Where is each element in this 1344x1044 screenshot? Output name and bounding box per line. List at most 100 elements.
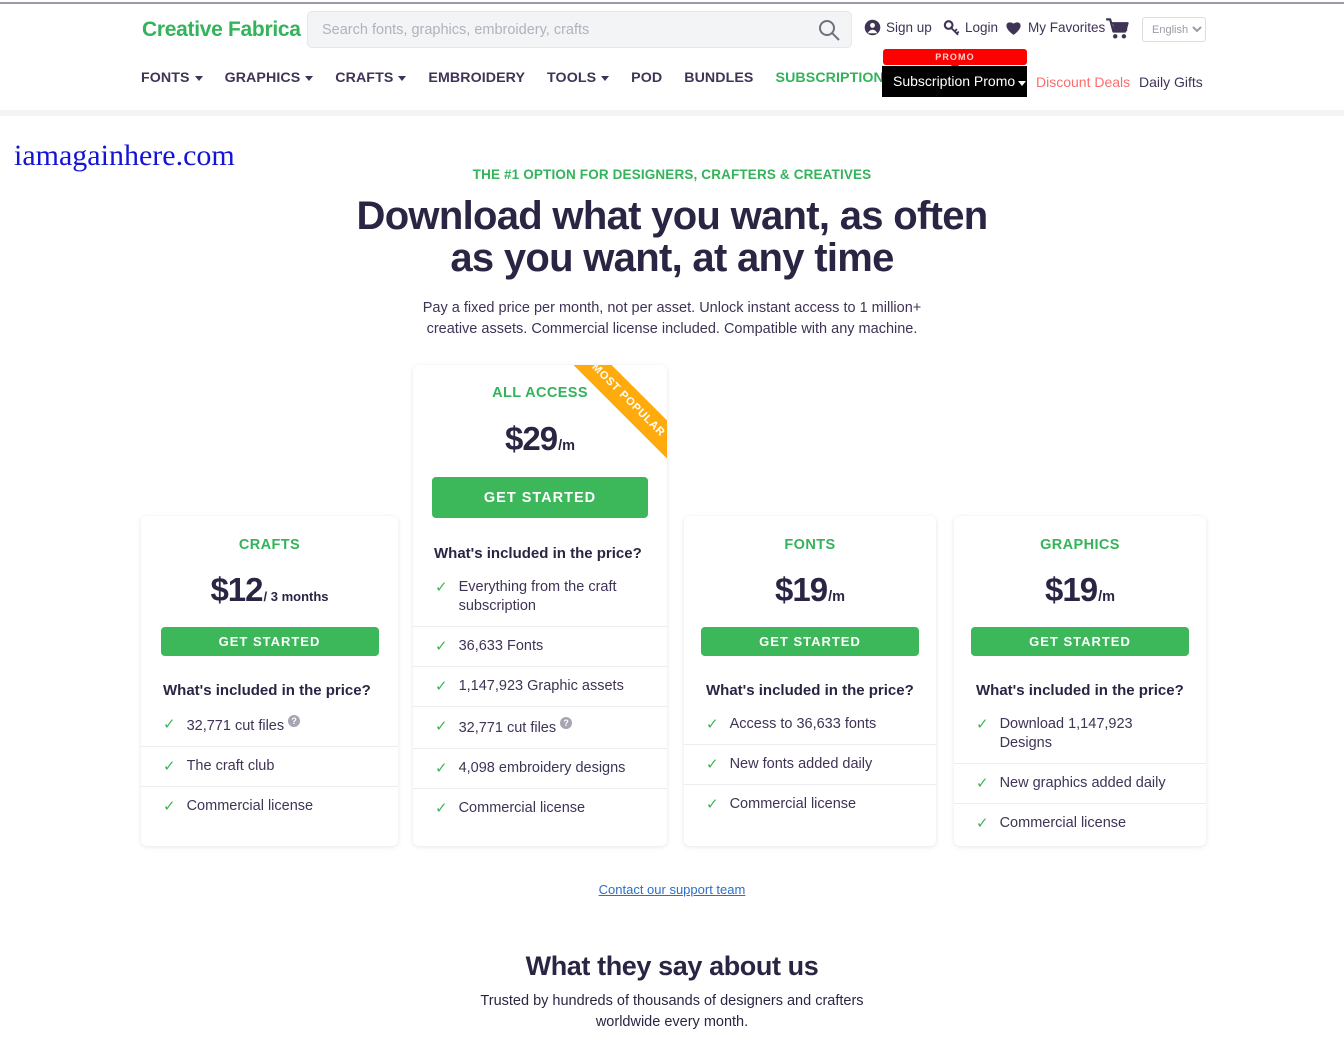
hero-title-line2: as you want, at any time: [450, 236, 894, 280]
my-favorites-label: My Favorites: [1028, 20, 1106, 35]
price-amount: $19: [775, 571, 828, 608]
card-title: GRAPHICS: [1040, 537, 1120, 553]
list-item: ✓ Everything from the craft subscription: [413, 568, 667, 627]
nav-label: POD: [631, 70, 663, 86]
price-row: $19/m: [954, 571, 1206, 609]
nav-label: FONTS: [141, 70, 190, 86]
hero-eyebrow: THE #1 OPTION FOR DESIGNERS, CRAFTERS & …: [472, 167, 872, 182]
language-select[interactable]: English: [1142, 17, 1206, 42]
nav-item-crafts[interactable]: CRAFTS: [335, 70, 407, 86]
feature-text: The craft club: [186, 757, 275, 774]
nav-item-bundles[interactable]: BUNDLES: [684, 70, 753, 86]
search-bar[interactable]: [307, 11, 852, 48]
check-icon: ✓: [976, 815, 989, 832]
check-icon: ✓: [435, 718, 448, 735]
check-icon: ✓: [706, 796, 719, 813]
chevron-down-icon: [1018, 81, 1027, 86]
search-icon[interactable]: [817, 18, 841, 42]
check-icon: ✓: [163, 797, 176, 815]
feature-text: 32,771 cut files: [186, 717, 285, 734]
chevron-down-icon: [194, 75, 203, 81]
search-input[interactable]: [322, 12, 802, 47]
subscription-promo-button[interactable]: Subscription Promo: [882, 66, 1027, 97]
key-icon: [943, 20, 960, 36]
list-item: ✓ Commercial license: [954, 804, 1206, 843]
feature-text: New graphics added daily: [999, 775, 1166, 791]
get-started-button-fonts[interactable]: GET STARTED: [701, 627, 919, 656]
site-header: Creative Fabrica Sign up Login My Favori…: [0, 4, 1344, 110]
list-item: ✓ 4,098 embroidery designs: [413, 749, 667, 789]
nav-item-subscription[interactable]: SUBSCRIPTION: [776, 70, 884, 86]
list-item: ✓ New graphics added daily: [954, 764, 1206, 804]
contact-support-link[interactable]: Contact our support team: [599, 882, 746, 897]
daily-gifts-link[interactable]: Daily Gifts: [1139, 74, 1203, 90]
feature-list: ✓ Download 1,147,923 Designs ✓ New graph…: [954, 705, 1206, 843]
list-item: ✓ Access to 36,633 fonts: [684, 705, 936, 745]
feature-text: 1,147,923 Graphic assets: [458, 678, 624, 694]
list-item: ✓ 36,633 Fonts: [413, 627, 667, 667]
list-item: ✓ Commercial license: [141, 787, 398, 826]
signup-button[interactable]: Sign up: [864, 19, 932, 36]
check-icon: ✓: [435, 759, 448, 777]
my-favorites-button[interactable]: My Favorites: [1004, 19, 1105, 36]
login-button[interactable]: Login: [943, 19, 998, 36]
list-item: ✓ 1,147,923 Graphic assets: [413, 667, 667, 707]
brand-logo[interactable]: Creative Fabrica: [142, 18, 301, 42]
discount-deals-link[interactable]: Discount Deals: [1036, 74, 1130, 90]
feature-text: Download 1,147,923 Designs: [999, 716, 1133, 751]
chevron-down-icon: [305, 75, 314, 81]
check-icon: ✓: [976, 775, 989, 792]
feature-text: 32,771 cut files: [458, 719, 557, 736]
get-started-button-graphics[interactable]: GET STARTED: [971, 627, 1189, 656]
pricing-card-graphics: GRAPHICS $19/m GET STARTED What's includ…: [954, 516, 1206, 846]
testimonials-sub-line1: Trusted by hundreds of thousands of desi…: [480, 993, 864, 1009]
nav-item-embroidery[interactable]: EMBROIDERY: [428, 70, 525, 86]
card-title: FONTS: [784, 537, 836, 553]
main-navigation: FONTS GRAPHICS CRAFTS EMBROIDERY TOOLS P…: [141, 70, 884, 86]
included-heading: What's included in the price?: [434, 545, 642, 562]
get-started-button-crafts[interactable]: GET STARTED: [160, 627, 379, 656]
support-link-wrapper: Contact our support team: [0, 881, 1344, 899]
nav-item-tools[interactable]: TOOLS: [547, 70, 610, 86]
feature-text: 36,633 Fonts: [458, 638, 544, 654]
hero-subtitle-line2: creative assets. Commercial license incl…: [426, 321, 918, 337]
check-icon: ✓: [976, 716, 989, 733]
check-icon: ✓: [435, 678, 448, 695]
nav-item-pod[interactable]: POD: [631, 70, 662, 86]
help-icon[interactable]: ?: [288, 715, 301, 727]
nav-label: EMBROIDERY: [428, 70, 526, 86]
nav-label: TOOLS: [547, 70, 597, 86]
nav-item-fonts[interactable]: FONTS: [141, 70, 203, 86]
list-item: ✓ 32,771 cut files?: [141, 705, 398, 747]
list-item: ✓ Commercial license: [684, 785, 936, 824]
feature-list: ✓ Everything from the craft subscription…: [413, 568, 667, 828]
price-row: $12/ 3 months: [141, 571, 398, 609]
pricing-card-fonts: FONTS $19/m GET STARTED What's included …: [684, 516, 936, 846]
hero-subtitle: Pay a fixed price per month, not per ass…: [0, 298, 1344, 340]
chevron-down-icon: [601, 75, 610, 81]
subscription-promo-label: Subscription Promo: [893, 73, 1016, 89]
shopping-cart-icon[interactable]: [1106, 17, 1131, 41]
signup-label: Sign up: [886, 20, 932, 35]
get-started-button-all-access[interactable]: GET STARTED: [432, 477, 648, 518]
feature-text: Everything from the craft subscription: [458, 579, 617, 614]
check-icon: ✓: [163, 716, 176, 733]
help-icon[interactable]: ?: [560, 717, 573, 729]
check-icon: ✓: [435, 799, 448, 817]
price-period: /m: [1098, 589, 1115, 605]
page-title: Download what you want, as often as you …: [0, 195, 1344, 279]
pricing-card-all-access: MOST POPULAR ALL ACCESS $29/m GET STARTE…: [413, 365, 667, 846]
testimonials-subtitle: Trusted by hundreds of thousands of desi…: [0, 991, 1344, 1033]
feature-text: New fonts added daily: [729, 756, 873, 772]
feature-list: ✓ Access to 36,633 fonts ✓ New fonts add…: [684, 705, 936, 824]
included-heading: What's included in the price?: [163, 682, 371, 699]
price-row: $29/m: [413, 420, 667, 458]
testimonials-title: What they say about us: [525, 951, 819, 981]
check-icon: ✓: [706, 756, 719, 773]
price-period: / 3 months: [263, 589, 329, 604]
list-item: ✓ 32,771 cut files?: [413, 707, 667, 749]
promo-badge: PROMO: [883, 49, 1027, 70]
feature-text: Commercial license: [999, 815, 1127, 831]
nav-item-graphics[interactable]: GRAPHICS: [225, 70, 314, 86]
pricing-card-crafts: CRAFTS $12/ 3 months GET STARTED What's …: [141, 516, 398, 846]
